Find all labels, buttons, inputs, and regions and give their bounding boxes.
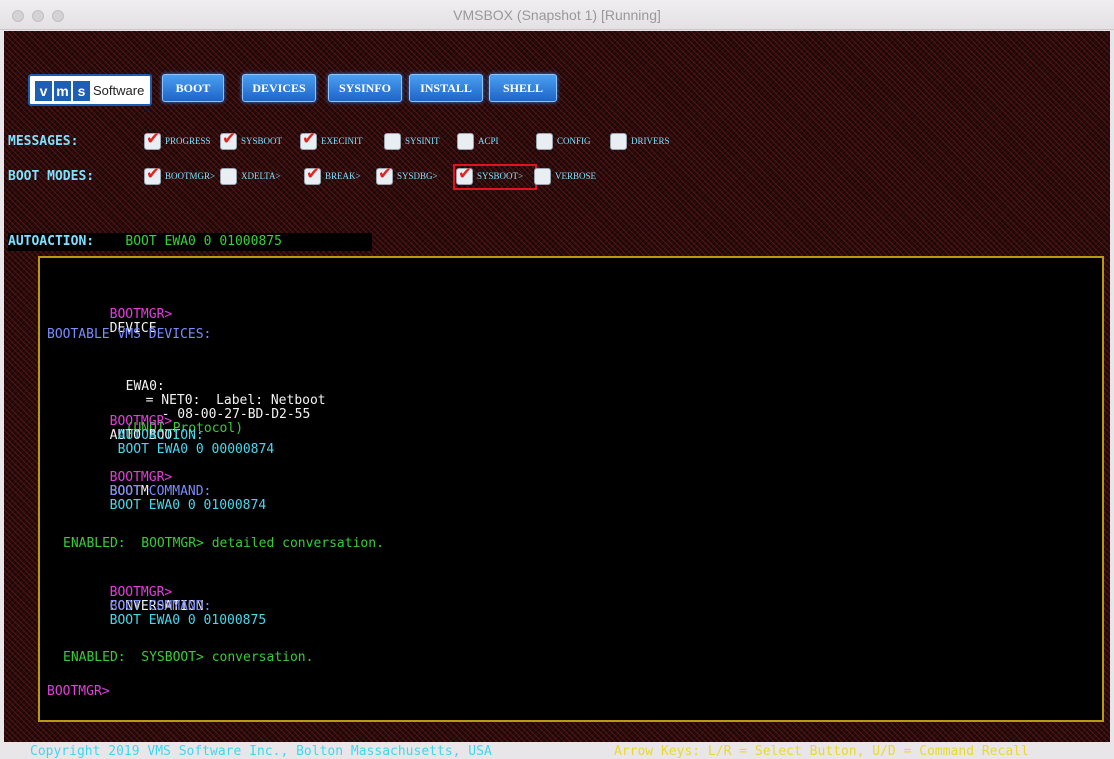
logo-letter-v: v [35, 81, 52, 101]
logo-word: Software [93, 83, 145, 98]
logo-letter-s: s [73, 81, 90, 101]
checkbox-label: SYSDBG> [397, 171, 438, 181]
vms-software-logo: v m s Software [28, 74, 152, 106]
window-title: VMSBOX (Snapshot 1) [Running] [453, 7, 661, 23]
checkbox-label: BREAK> [325, 171, 361, 181]
guest-screen: v m s Software BOOT DEVICES SYSINFO INST… [4, 31, 1110, 759]
checkbox-box[interactable]: ✔ [220, 129, 237, 150]
check-mark-icon: ✔ [222, 129, 237, 149]
boot-command-value: BOOT EWA0 0 01000875 [109, 613, 267, 628]
checkbox-label: VERBOSE [555, 171, 597, 181]
install-button[interactable]: INSTALL [409, 74, 483, 102]
messages-sysboot-checkbox[interactable]: ✔ SYSBOOT [220, 129, 310, 152]
boot-mode-sysboot-checkbox[interactable]: ✔ SYSBOOT> [453, 164, 537, 190]
boot-command-label: BOOT COMMAND: [109, 484, 212, 499]
checkbox-box[interactable]: ✔ [300, 129, 317, 150]
boot-mode-xdelta-checkbox[interactable]: XDELTA> [220, 167, 310, 187]
checkbox-label: CONFIG [557, 136, 591, 146]
checkbox-box[interactable] [534, 168, 551, 185]
check-mark-icon: ✔ [458, 164, 473, 184]
console-output[interactable]: BOOTMGR> DEVICE BOOTABLE VMS DEVICES: EW… [38, 256, 1104, 722]
vm-window: VMSBOX (Snapshot 1) [Running] v m s Soft… [0, 0, 1114, 759]
checkbox-box[interactable]: ✔ [304, 164, 321, 185]
check-mark-icon: ✔ [306, 164, 321, 184]
autoaction-bar: AUTOACTION: BOOT EWA0 0 01000875 [8, 233, 372, 251]
checkbox-label: SYSINIT [405, 136, 440, 146]
checkbox-box[interactable] [457, 133, 474, 150]
checkbox-box[interactable] [536, 133, 553, 150]
check-mark-icon: ✔ [146, 164, 161, 184]
device-name: EWA0: [125, 379, 165, 394]
checkbox-box[interactable]: ✔ [144, 164, 161, 185]
checkbox-label: SYSBOOT [241, 136, 283, 146]
checkbox-label: DRIVERS [631, 136, 670, 146]
boot-modes-label: BOOT MODES: [8, 169, 95, 184]
checkbox-box[interactable] [384, 133, 401, 150]
enabled-message: ENABLED: BOOTMGR> detailed conversation. [63, 536, 384, 551]
shell-button[interactable]: SHELL [489, 74, 557, 102]
sysinfo-button[interactable]: SYSINFO [328, 74, 402, 102]
messages-execinit-checkbox[interactable]: ✔ EXECINIT [300, 129, 390, 152]
autoaction-label: AUTOACTION: [8, 234, 95, 249]
title-bar: VMSBOX (Snapshot 1) [Running] [0, 0, 1114, 30]
checkbox-label: EXECINIT [321, 136, 363, 146]
messages-label: MESSAGES: [8, 134, 79, 149]
boot-command-value: BOOT EWA0 0 01000874 [109, 498, 267, 513]
checkbox-box[interactable] [610, 133, 627, 150]
checkbox-label: XDELTA> [241, 171, 281, 181]
checkbox-box[interactable] [220, 168, 237, 185]
checkbox-box[interactable]: ✔ [376, 164, 393, 185]
checkbox-label: SYSBOOT> [477, 171, 524, 181]
boot-mode-verbose-checkbox[interactable]: VERBOSE [534, 167, 624, 187]
messages-acpi-checkbox[interactable]: ACPI [457, 132, 547, 152]
checkbox-label: PROGRESS [165, 136, 211, 146]
messages-drivers-checkbox[interactable]: DRIVERS [610, 132, 700, 152]
checkbox-label: ACPI [478, 136, 499, 146]
devices-button[interactable]: DEVICES [242, 74, 316, 102]
console-prompt: BOOTMGR> [109, 307, 173, 322]
autoaction-value: BOOT EWA0 0 01000875 [125, 234, 282, 249]
key-help-text: Arrow Keys: L/R = Select Button, U/D = C… [614, 744, 1029, 759]
boot-command-label: BOOT COMMAND: [109, 599, 212, 614]
logo-letter-m: m [54, 81, 71, 101]
copyright-text: Copyright 2019 VMS Software Inc., Bolton… [30, 744, 492, 759]
checkbox-box[interactable]: ✔ [456, 164, 473, 185]
enabled-message: ENABLED: SYSBOOT> conversation. [63, 650, 314, 665]
boot-mode-sysdbg-checkbox[interactable]: ✔ SYSDBG> [376, 164, 466, 187]
checkbox-label: BOOTMGR> [165, 171, 216, 181]
check-mark-icon: ✔ [378, 164, 393, 184]
autoaction-echo-value: BOOT EWA0 0 00000874 [117, 442, 275, 457]
checkbox-box[interactable]: ✔ [144, 129, 161, 150]
check-mark-icon: ✔ [302, 129, 317, 149]
boot-button[interactable]: BOOT [162, 74, 224, 102]
autoaction-echo-label: AUTOACTION: [117, 428, 204, 443]
console-heading: BOOTABLE VMS DEVICES: [47, 327, 212, 342]
console-prompt-current[interactable]: BOOTMGR> [47, 685, 110, 699]
check-mark-icon: ✔ [146, 129, 161, 149]
